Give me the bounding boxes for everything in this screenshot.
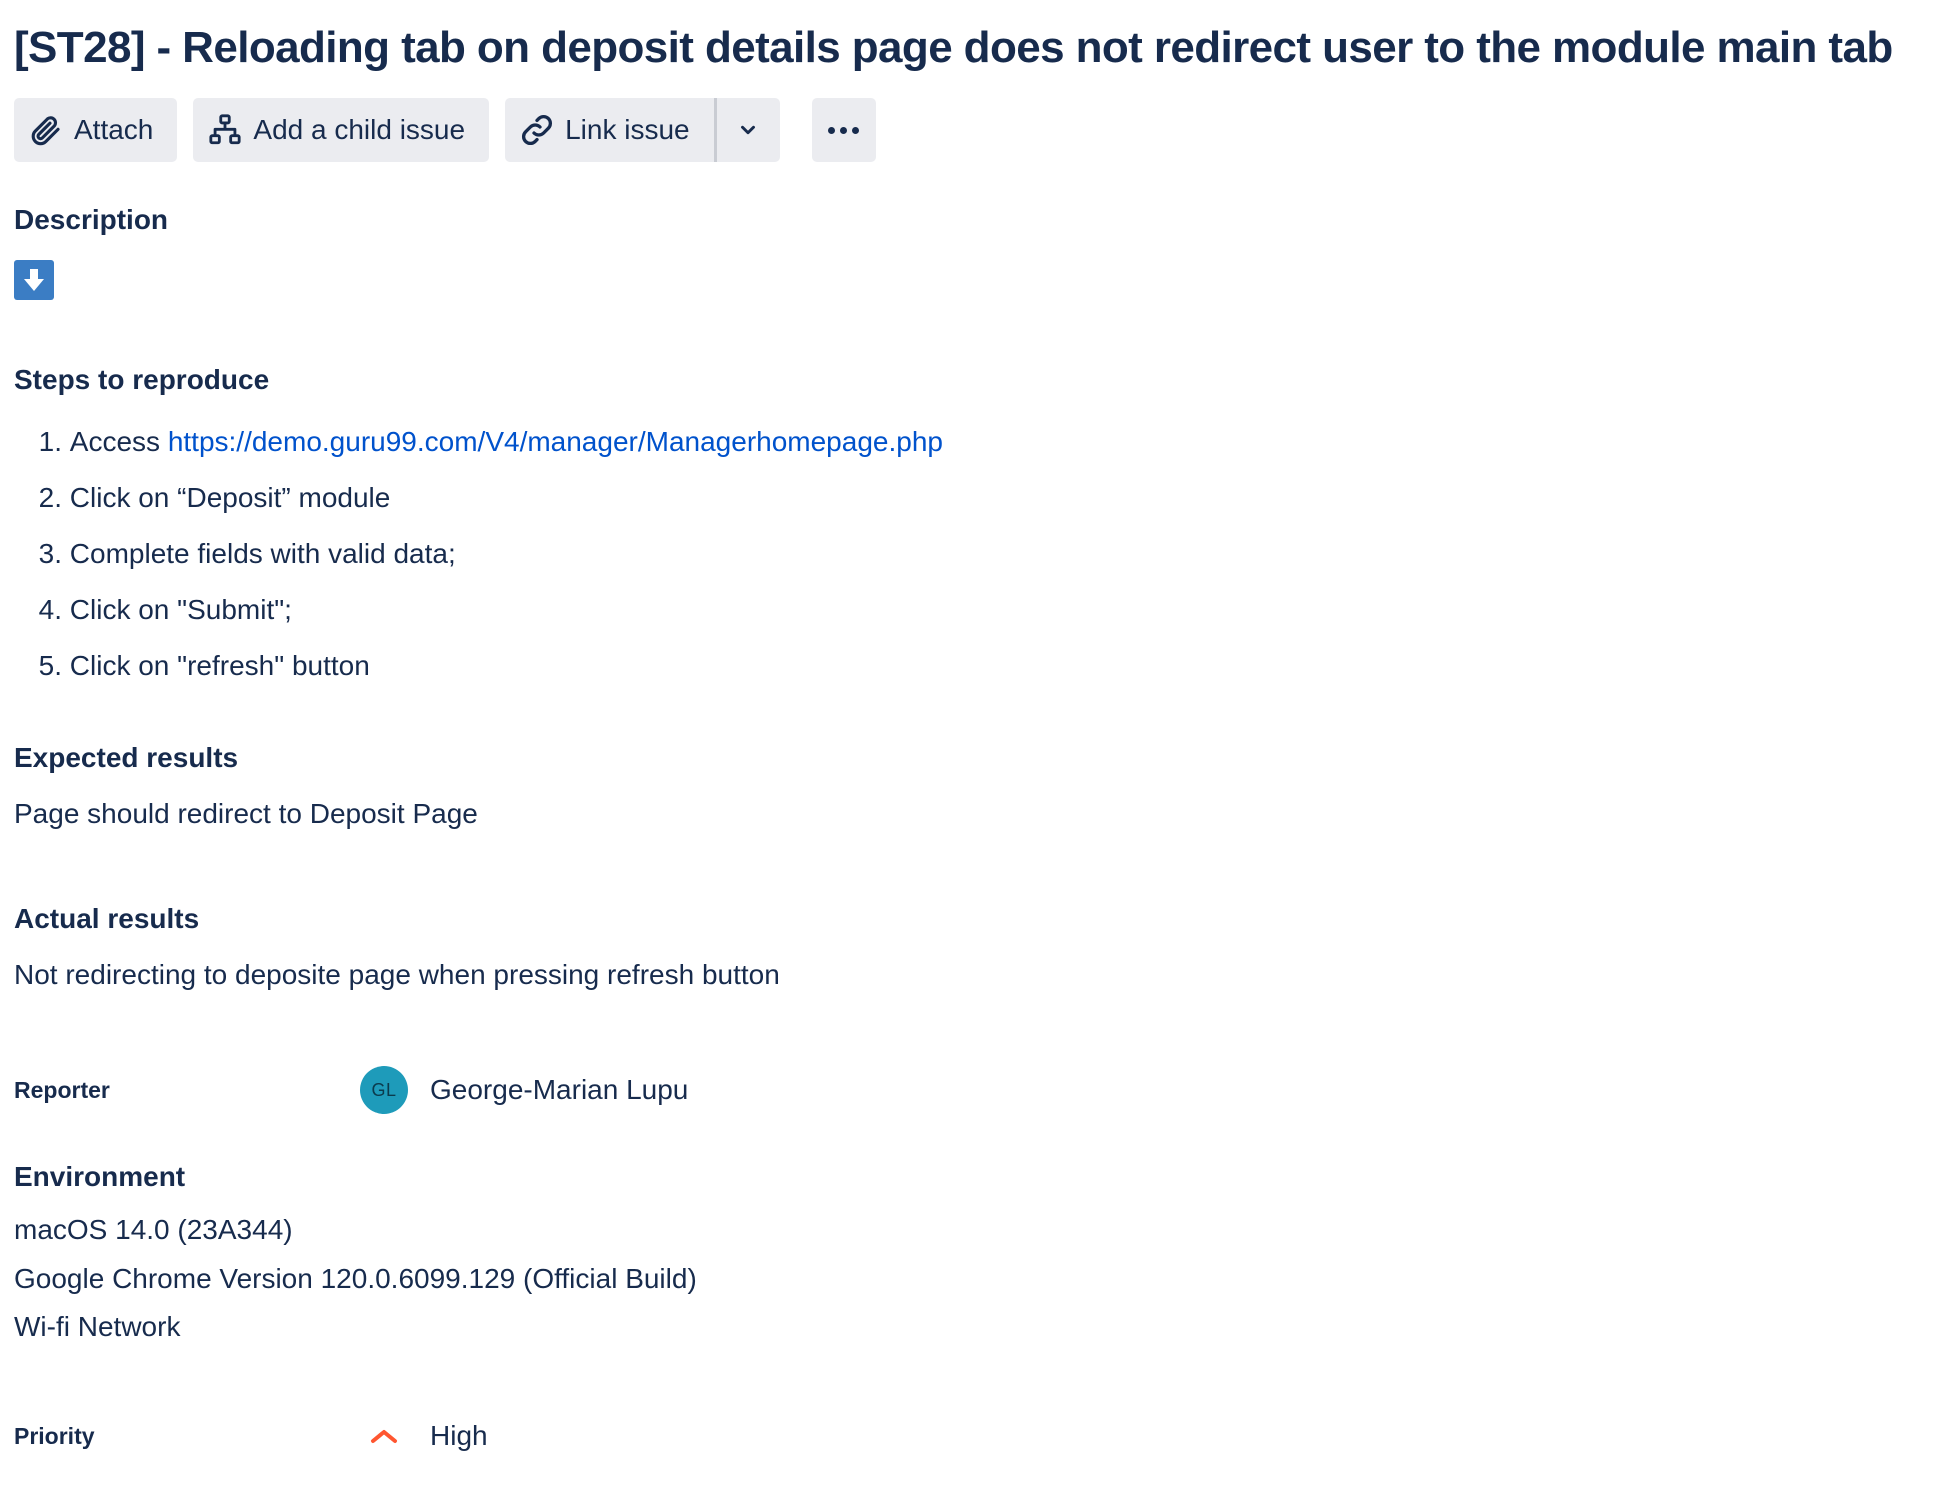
step-number: 5. xyxy=(38,650,62,681)
reporter-name: George-Marian Lupu xyxy=(430,1074,689,1105)
expected-results-text: Page should redirect to Deposit Page xyxy=(14,798,478,829)
list-item: 1. Access https://demo.guru99.com/V4/man… xyxy=(14,414,943,470)
actual-results-text: Not redirecting to deposite page when pr… xyxy=(14,959,780,990)
environment-line: Google Chrome Version 120.0.6099.129 (Of… xyxy=(14,1263,697,1294)
link-issue-button[interactable]: Link issue xyxy=(505,98,714,162)
add-child-issue-label: Add a child issue xyxy=(253,114,466,145)
reporter-field[interactable]: GL George-Marian Lupu xyxy=(360,1066,688,1114)
step-number: 3. xyxy=(38,538,62,569)
environment-line: macOS 14.0 (23A344) xyxy=(14,1214,293,1245)
environment-line: Wi-fi Network xyxy=(14,1311,181,1342)
hierarchy-icon xyxy=(207,112,243,148)
step-number: 4. xyxy=(38,594,62,625)
attach-label: Attach xyxy=(74,114,154,145)
list-item: 5. Click on "refresh" button xyxy=(14,638,943,694)
link-issue-dropdown-button[interactable] xyxy=(716,98,780,162)
step-text: Click on “Deposit” module xyxy=(69,482,391,513)
link-issue-split-button: Link issue xyxy=(505,98,780,162)
priority-value: High xyxy=(430,1420,488,1451)
actual-results-heading: Actual results xyxy=(14,903,200,934)
paperclip-icon xyxy=(28,112,64,148)
manager-homepage-link[interactable]: https://demo.guru99.com/V4/manager/Manag… xyxy=(168,426,943,457)
priority-field[interactable]: High xyxy=(360,1412,488,1460)
steps-list: 1. Access https://demo.guru99.com/V4/man… xyxy=(14,414,943,694)
list-item: 4. Click on "Submit"; xyxy=(14,582,943,638)
priority-high-icon xyxy=(360,1412,408,1460)
list-item: 2. Click on “Deposit” module xyxy=(14,470,943,526)
attach-button[interactable]: Attach xyxy=(14,98,178,162)
steps-heading: Steps to reproduce xyxy=(14,364,270,395)
environment-heading: Environment xyxy=(14,1161,186,1192)
step-prefix: Access xyxy=(69,426,168,457)
list-item: 3. Complete fields with valid data; xyxy=(14,526,943,582)
add-child-issue-button[interactable]: Add a child issue xyxy=(193,98,490,162)
chevron-down-icon xyxy=(737,119,759,141)
link-issue-label: Link issue xyxy=(565,114,690,145)
step-text: Click on "Submit"; xyxy=(69,594,292,625)
issue-title[interactable]: [ST28] - Reloading tab on deposit detail… xyxy=(14,18,1893,78)
avatar[interactable]: GL xyxy=(360,1066,408,1114)
arrow-down-icon[interactable] xyxy=(14,260,54,300)
description-heading: Description xyxy=(14,204,169,235)
step-number: 2. xyxy=(38,482,62,513)
step-text: Access https://demo.guru99.com/V4/manage… xyxy=(70,426,943,458)
step-number: 1. xyxy=(38,426,62,457)
issue-toolbar: Attach Add a child issue Link issue xyxy=(14,98,876,162)
expected-results-heading: Expected results xyxy=(14,742,239,773)
priority-label: Priority xyxy=(14,1423,95,1449)
link-icon xyxy=(519,112,555,148)
step-text: Click on "refresh" button xyxy=(69,650,370,681)
reporter-label: Reporter xyxy=(14,1077,110,1103)
step-text: Complete fields with valid data; xyxy=(69,538,456,569)
more-icon xyxy=(828,126,860,134)
more-actions-button[interactable] xyxy=(811,98,876,162)
